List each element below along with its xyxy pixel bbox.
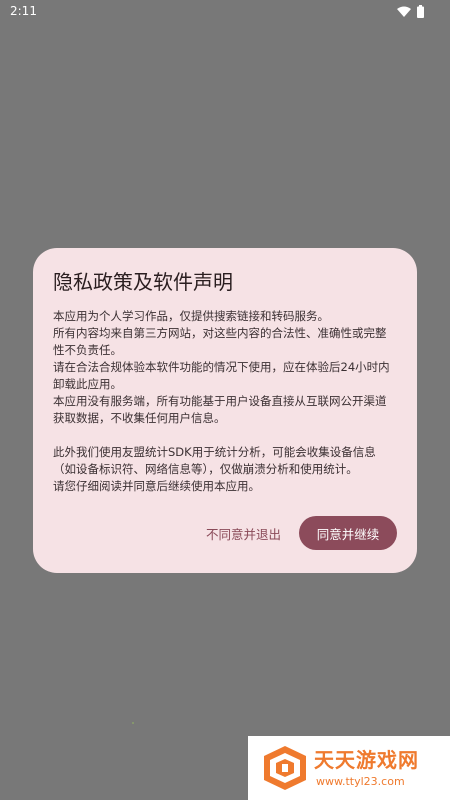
watermark: 天天游戏网 www.ttyl23.com xyxy=(248,736,450,800)
decorative-dot xyxy=(132,722,134,724)
watermark-url: www.ttyl23.com xyxy=(316,775,405,788)
dialog-paragraph: 请在合法合规体验本软件功能的情况下使用，应在体验后24小时内卸载此应用。 xyxy=(53,360,390,391)
dialog-paragraph: 所有内容均来自第三方网站，对这些内容的合法性、准确性或完整性不负责任。 xyxy=(53,326,387,357)
status-bar: 2:11 xyxy=(0,0,450,22)
wifi-icon xyxy=(397,6,411,17)
privacy-dialog: 隐私政策及软件声明 本应用为个人学习作品，仅提供搜索链接和转码服务。 所有内容均… xyxy=(33,248,417,573)
battery-icon xyxy=(417,4,424,18)
dialog-paragraph: 本应用为个人学习作品，仅提供搜索链接和转码服务。 xyxy=(53,309,329,323)
dialog-body: 本应用为个人学习作品，仅提供搜索链接和转码服务。 所有内容均来自第三方网站，对这… xyxy=(53,308,397,495)
dialog-actions: 不同意并退出 同意并继续 xyxy=(33,516,397,550)
status-time: 2:11 xyxy=(10,4,37,18)
dialog-paragraph: 此外我们使用友盟统计SDK用于统计分析，可能会收集设备信息（如设备标识符、网络信… xyxy=(53,445,376,476)
watermark-logo-icon xyxy=(262,744,308,792)
accept-button[interactable]: 同意并继续 xyxy=(299,516,397,550)
status-icons xyxy=(397,4,424,18)
decline-button[interactable]: 不同意并退出 xyxy=(204,516,283,551)
watermark-name: 天天游戏网 xyxy=(314,748,419,772)
dialog-paragraph: 本应用没有服务端，所有功能基于用户设备直接从互联网公开渠道获取数据，不收集任何用… xyxy=(53,394,387,425)
dialog-paragraph: 请您仔细阅读并同意后继续使用本应用。 xyxy=(53,479,260,493)
dialog-title: 隐私政策及软件声明 xyxy=(53,270,233,294)
